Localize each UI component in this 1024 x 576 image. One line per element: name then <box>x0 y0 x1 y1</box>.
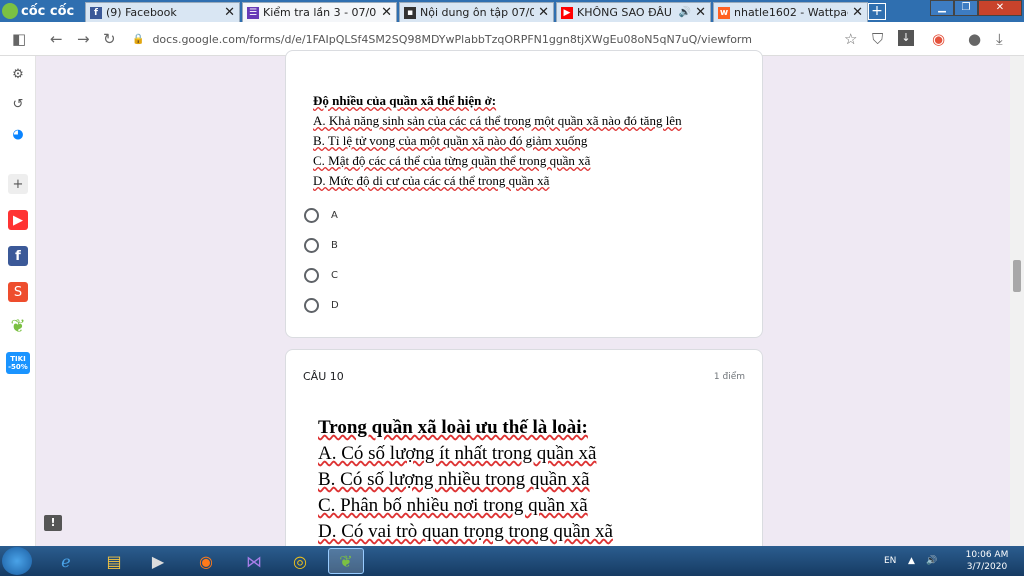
shopee-icon[interactable]: S <box>8 282 28 302</box>
question-image-9: Độ nhiều của quần xã thể hiện ở: A. Khả … <box>313 91 682 191</box>
question-line: B. Tỉ lệ tử vong của một quần xã nào đó … <box>313 133 588 148</box>
forms-icon: ☰ <box>247 6 259 19</box>
speaker-icon[interactable]: 🔊 <box>679 7 691 18</box>
facebook-side-icon[interactable]: f <box>8 246 28 266</box>
youtube-icon: ▶ <box>561 6 573 19</box>
question-text: Trong quần xã loài ưu thế là loài: <box>318 417 588 438</box>
coccoc-side-icon[interactable]: ❦ <box>8 316 28 337</box>
tab-bar: cốc cốc f (9) Facebook ✕ ☰ Kiểm tra lần 3 -… <box>0 0 1024 22</box>
add-icon[interactable]: + <box>8 174 28 194</box>
tab-wattpad[interactable]: w nhatle1602 - Wattpad ✕ <box>713 2 868 22</box>
coccoc-extension-icon[interactable]: ◉ <box>932 30 945 48</box>
ie-icon[interactable]: ℯ <box>48 548 84 574</box>
option-b[interactable]: B <box>304 238 338 253</box>
tab-facebook[interactable]: f (9) Facebook ✕ <box>85 2 240 22</box>
option-a[interactable]: A <box>304 208 338 223</box>
close-icon[interactable]: ✕ <box>224 5 235 20</box>
taskbar: ℯ ▤ ▶ ◉ ⋈ ◎ ❦ EN ▲ 🔊 10:06 AM 3/7/2020 <box>0 546 1024 576</box>
language-indicator[interactable]: EN <box>884 546 896 576</box>
tab-forms[interactable]: ☰Kiểm tra lần 3 - 07/02/20✕ <box>242 2 397 22</box>
question-line: B. Có số lượng nhiều trong quần xã <box>318 469 590 490</box>
points-label: 1 điểm <box>713 372 745 382</box>
minimize-button[interactable]: ▁ <box>930 0 954 16</box>
back-icon[interactable]: ← <box>50 30 63 48</box>
question-image-10: Trong quần xã loài ưu thế là loài: A. Có… <box>318 415 613 545</box>
question-line: C. Mật độ các cá thể của từng quần thể t… <box>313 153 591 168</box>
side-panel: ⚙ ↺ ◕ + ▶ f S ❦ TIKI -50% <box>0 56 36 546</box>
question-text: Độ nhiều của quần xã thể hiện ở: <box>313 93 497 108</box>
profile-icon[interactable]: ● <box>968 30 981 48</box>
close-icon[interactable]: ✕ <box>695 5 706 20</box>
tab-youtube[interactable]: ▶KHÔNG SAO ĐÂU | T🔊✕ <box>556 2 711 22</box>
sidebar-toggle-icon[interactable]: ◧ <box>12 30 26 48</box>
history-icon[interactable]: ↺ <box>8 94 28 114</box>
tiki-icon[interactable]: TIKI -50% <box>6 352 30 374</box>
question-line: D. Mức độ di cư của các cá thể trong quầ… <box>313 173 550 188</box>
question-line: D. Có vai trò quan trọng trong quần xã <box>318 521 613 542</box>
address-bar[interactable]: 🔒 docs.google.com/forms/d/e/1FAIpQLSf4SM2… <box>132 27 832 51</box>
radio-button[interactable] <box>304 208 319 223</box>
shield-icon[interactable]: ⛉ <box>872 30 883 48</box>
lock-icon: 🔒 <box>132 33 145 45</box>
volume-icon[interactable]: 🔊 <box>926 546 937 576</box>
close-icon[interactable]: ✕ <box>381 5 392 20</box>
facebook-icon: f <box>90 6 102 19</box>
start-button[interactable] <box>2 547 32 575</box>
new-tab-button[interactable]: + <box>868 3 886 20</box>
coccoc-icon <box>2 3 18 19</box>
coccoc-taskbar-icon[interactable]: ❦ <box>328 548 364 574</box>
settings-icon[interactable]: ⚙ <box>8 64 28 84</box>
firefox-icon[interactable]: ◉ <box>188 548 224 574</box>
radio-button[interactable] <box>304 298 319 313</box>
question-line: A. Khả năng sinh sản của các cá thể tron… <box>313 113 682 128</box>
tab-noidung[interactable]: ▪ Nội dung ôn tập 07/03 ✕ <box>399 2 554 22</box>
wattpad-icon: w <box>718 6 730 19</box>
question-card-10: CÂU 10 1 điểm Trong quần xã loài ưu thế … <box>285 349 763 569</box>
forward-icon[interactable]: → <box>77 30 90 48</box>
bookmark-star-icon[interactable]: ☆ <box>844 30 857 48</box>
page-scrollbar[interactable] <box>1010 56 1024 546</box>
reload-icon[interactable]: ↻ <box>103 30 116 48</box>
classroom-icon: ▪ <box>404 6 416 19</box>
explorer-icon[interactable]: ▤ <box>96 548 132 574</box>
option-d[interactable]: D <box>304 298 339 313</box>
question-label: CÂU 10 <box>303 370 344 383</box>
download-box-icon[interactable]: ↓ <box>898 30 914 46</box>
chrome-icon[interactable]: ◎ <box>282 548 318 574</box>
question-card-9: Độ nhiều của quần xã thể hiện ở: A. Khả … <box>285 50 763 338</box>
close-icon[interactable]: ✕ <box>538 5 549 20</box>
question-line: C. Phân bố nhiều nơi trong quần xã <box>318 495 588 516</box>
visual-studio-icon[interactable]: ⋈ <box>236 548 272 574</box>
close-icon[interactable]: ✕ <box>852 5 863 20</box>
youtube-side-icon[interactable]: ▶ <box>8 210 28 230</box>
feedback-icon[interactable]: ! <box>44 515 62 531</box>
question-line: A. Có số lượng ít nhất trong quần xã <box>318 443 597 464</box>
messenger-icon[interactable]: ◕ <box>8 124 28 144</box>
download-icon[interactable]: ⤓ <box>996 30 1003 48</box>
tray-arrow-icon[interactable]: ▲ <box>908 546 915 576</box>
media-player-icon[interactable]: ▶ <box>140 548 176 574</box>
radio-button[interactable] <box>304 238 319 253</box>
radio-button[interactable] <box>304 268 319 283</box>
close-window-button[interactable]: ✕ <box>978 0 1022 16</box>
clock[interactable]: 10:06 AM 3/7/2020 <box>962 549 1012 573</box>
maximize-button[interactable]: ❐ <box>954 0 978 16</box>
option-c[interactable]: C <box>304 268 338 283</box>
coccoc-logo[interactable]: cốc cốc <box>2 1 74 21</box>
scroll-thumb[interactable] <box>1013 260 1021 292</box>
